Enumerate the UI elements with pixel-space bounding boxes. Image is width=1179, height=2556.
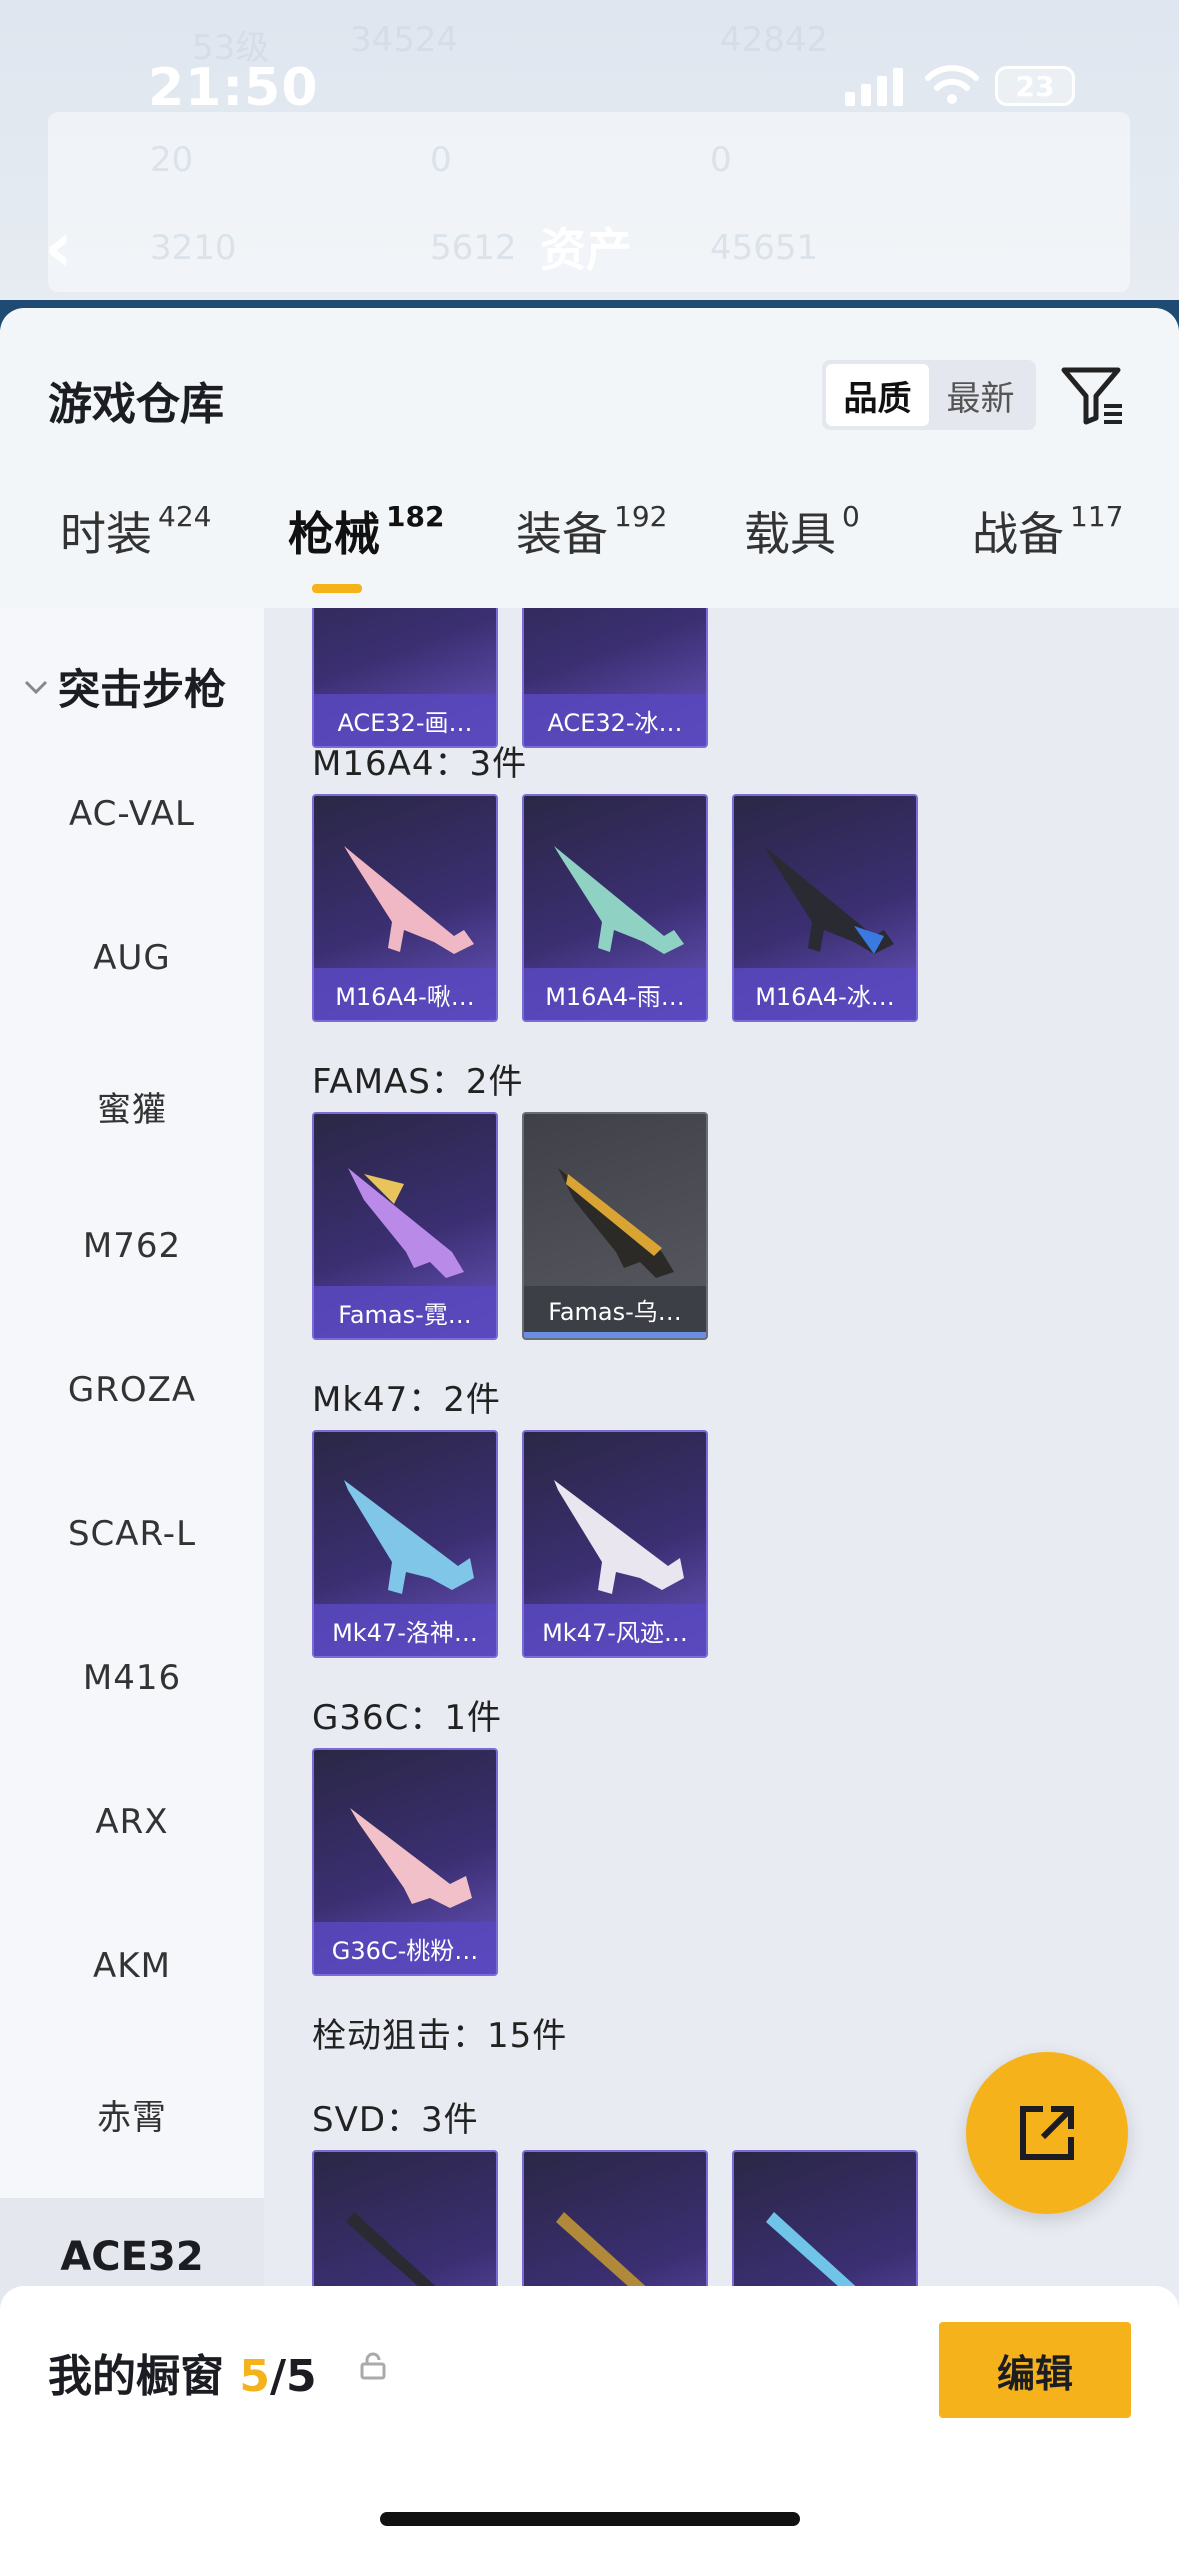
sheet-title: 游戏仓库: [48, 379, 224, 430]
weapon-card[interactable]: ACE32-冰…: [522, 608, 708, 748]
tab-supplies[interactable]: 战备 117: [972, 498, 1123, 564]
sidebar-group-assault-rifles[interactable]: 突击步枪: [20, 656, 226, 717]
tab-label: 战备: [972, 507, 1064, 561]
weapon-card[interactable]: Mk47-洛神…: [312, 1430, 498, 1658]
sort-toggle: 品质 最新: [822, 360, 1036, 430]
tab-equipment[interactable]: 装备 192: [516, 498, 667, 564]
weapon-card[interactable]: ACE32-画…: [312, 608, 498, 748]
warehouse-sheet: 游戏仓库 品质 最新 时装 424 枪械 182 装备 192 载具 0 战备 117 突…: [0, 308, 1179, 2556]
weapon-grid: ACE32-画… ACE32-冰… M16A4：3件 M16A4-啾… M16A…: [264, 608, 1179, 2556]
cellular-signal-icon: [845, 68, 903, 106]
ghost-stat-7: 5612: [430, 228, 517, 268]
tab-fashion[interactable]: 时装 424: [60, 498, 211, 564]
share-button[interactable]: [966, 2052, 1128, 2214]
weapon-card[interactable]: G36C-桃粉…: [312, 1748, 498, 1976]
share-icon: [1020, 2106, 1074, 2160]
edit-button[interactable]: 编辑: [939, 2322, 1131, 2418]
weapon-card[interactable]: Famas-乌…: [522, 1112, 708, 1340]
group-title-famas: FAMAS：2件: [312, 1062, 524, 1102]
group-title-svd: SVD：3件: [312, 2100, 479, 2140]
tab-count: 0: [842, 499, 860, 533]
rifle-icon: [554, 1480, 684, 1594]
status-time: 21:50: [148, 58, 319, 118]
showcase-total: /5: [269, 2351, 317, 2402]
tab-count: 424: [158, 499, 212, 533]
sort-latest-button[interactable]: 最新: [929, 364, 1032, 426]
weapon-card[interactable]: M16A4-雨…: [522, 794, 708, 1022]
status-bar: 21:50 23: [0, 40, 1179, 130]
showcase-count: 5: [239, 2351, 270, 2402]
sidebar-group-label: 突击步枪: [58, 665, 227, 714]
tab-vehicles[interactable]: 载具 0: [744, 498, 860, 564]
wifi-icon: [925, 65, 979, 104]
weapon-card[interactable]: M16A4-啾…: [312, 794, 498, 1022]
group-title-mk47: Mk47：2件: [312, 1380, 501, 1420]
tab-weapons[interactable]: 枪械 182: [288, 498, 444, 564]
lock-icon: [360, 2352, 386, 2380]
rifle-icon: [558, 1168, 674, 1278]
group-title-g36c: G36C：1件: [312, 1698, 502, 1738]
home-indicator[interactable]: [380, 2512, 800, 2526]
card-label: Mk47-风迹…: [524, 1604, 706, 1656]
section-title-bolt-action: 栓动狙击：15件: [312, 2016, 568, 2056]
filter-icon[interactable]: [1060, 364, 1126, 428]
tab-label: 装备: [516, 507, 608, 561]
rifle-icon: [348, 1168, 464, 1278]
rifle-icon: [350, 1808, 472, 1908]
showcase-title: 我的橱窗 5/5: [48, 2340, 317, 2404]
sort-quality-button[interactable]: 品质: [826, 364, 929, 426]
sidebar-item-akm[interactable]: AKM: [0, 1946, 264, 1986]
card-label: M16A4-雨…: [524, 968, 706, 1020]
page-title: 资产: [540, 223, 632, 277]
ghost-stat-6: 3210: [150, 228, 237, 268]
ghost-stat-3: 20: [150, 140, 194, 180]
sidebar-item-m762[interactable]: M762: [0, 1226, 264, 1266]
chevron-down-icon: [24, 680, 48, 694]
category-tabs: 时装 424 枪械 182 装备 192 载具 0 战备 117: [0, 498, 1179, 608]
rifle-icon: [344, 846, 474, 954]
sidebar-item-honey-badger[interactable]: 蜜獾: [0, 1082, 264, 1131]
ghost-stat-8: 45651: [710, 228, 819, 268]
sidebar-item-ac-val[interactable]: AC-VAL: [0, 794, 264, 834]
back-arrow-icon[interactable]: ‹: [44, 206, 73, 288]
battery-icon: 23: [995, 66, 1075, 106]
sidebar-item-aug[interactable]: AUG: [0, 938, 264, 978]
ghost-stat-5: 0: [710, 140, 732, 180]
tab-label: 时装: [60, 507, 152, 561]
card-label: ACE32-冰…: [524, 694, 706, 746]
card-label: Famas-霓…: [314, 1286, 496, 1338]
rifle-icon: [764, 846, 894, 954]
card-label: G36C-桃粉…: [314, 1922, 496, 1974]
sidebar-item-arx[interactable]: ARX: [0, 1802, 264, 1842]
tab-label: 载具: [744, 507, 836, 561]
weapon-card[interactable]: Mk47-风迹…: [522, 1430, 708, 1658]
tab-count: 117: [1070, 499, 1124, 533]
card-label: M16A4-冰…: [734, 968, 916, 1020]
sidebar-item-label: ACE32: [60, 2234, 204, 2280]
rifle-icon: [554, 846, 684, 954]
ghost-stat-4: 0: [430, 140, 452, 180]
sidebar-item-scar-l[interactable]: SCAR-L: [0, 1514, 264, 1554]
sidebar-item-m416[interactable]: M416: [0, 1658, 264, 1698]
tab-label: 枪械: [288, 507, 380, 561]
weapon-card[interactable]: Famas-霓…: [312, 1112, 498, 1340]
tab-count: 182: [386, 499, 445, 533]
card-label: M16A4-啾…: [314, 968, 496, 1020]
battery-level: 23: [1015, 69, 1055, 103]
sidebar-item-chixiao[interactable]: 赤霄: [0, 2090, 264, 2139]
rifle-icon: [344, 1480, 474, 1594]
showcase-label: 我的橱窗: [48, 2351, 224, 2402]
group-title-m16a4: M16A4：3件: [312, 744, 528, 784]
sidebar-item-groza[interactable]: GROZA: [0, 1370, 264, 1410]
active-tab-indicator: [312, 584, 362, 593]
card-label: Famas-乌…: [524, 1286, 706, 1338]
weapon-card[interactable]: M16A4-冰…: [732, 794, 918, 1022]
tab-count: 192: [614, 499, 668, 533]
card-label: Mk47-洛神…: [314, 1604, 496, 1656]
